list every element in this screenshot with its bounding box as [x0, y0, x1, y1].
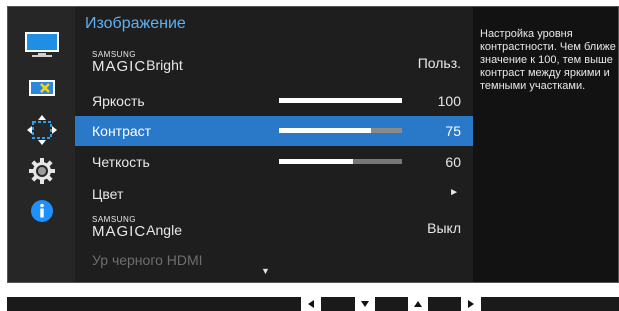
menu-item-sharpness[interactable]: Четкость 60	[75, 147, 473, 177]
brightness-slider[interactable]	[279, 98, 402, 103]
contrast-slider[interactable]	[279, 128, 402, 133]
sharpness-slider[interactable]	[279, 159, 402, 164]
magic-angle-label: SAMSUNG MAGIC Angle	[92, 216, 182, 240]
sharpness-slider-fill	[279, 159, 353, 164]
menu-item-brightness[interactable]: Яркость 100	[75, 86, 473, 116]
information-icon[interactable]	[8, 191, 75, 231]
help-description: Настройка уровня контрастности. Чем ближ…	[480, 28, 616, 92]
nav-up-button[interactable]	[408, 297, 428, 311]
panel-title: Изображение	[85, 15, 186, 32]
submenu-arrow-icon: ►	[449, 187, 459, 198]
magic-bright-label: SAMSUNG MAGIC Bright	[92, 51, 183, 75]
picture-menu-panel: Изображение SAMSUNG MAGIC Bright Польз. …	[75, 7, 473, 282]
nav-left-button[interactable]	[301, 297, 321, 311]
menu-item-magic-angle[interactable]: SAMSUNG MAGIC Angle Выкл	[75, 213, 473, 243]
down-arrow-icon	[361, 301, 369, 307]
hdmi-black-level-label: Ур черного HDMI	[92, 252, 203, 268]
magic-bright-value: Польз.	[417, 55, 461, 71]
picture-icon[interactable]	[8, 25, 75, 65]
left-arrow-icon	[308, 300, 314, 308]
magic-wordmark: MAGIC	[92, 58, 147, 75]
brightness-slider-fill	[279, 98, 402, 103]
color-label: Цвет	[92, 186, 124, 202]
contrast-slider-fill	[279, 128, 372, 133]
help-panel: Настройка уровня контрастности. Чем ближ…	[473, 7, 618, 282]
sharpness-value: 60	[445, 154, 461, 170]
magic-angle-value: Выкл	[427, 220, 461, 236]
right-arrow-icon	[468, 300, 474, 308]
menu-item-contrast[interactable]: Контраст 75	[75, 116, 473, 146]
nav-right-button[interactable]	[461, 297, 481, 311]
brightness-label: Яркость	[92, 93, 145, 109]
category-sidebar	[8, 7, 75, 282]
menu-item-magic-bright[interactable]: SAMSUNG MAGIC Bright Польз.	[75, 48, 473, 78]
navigation-bar	[7, 297, 619, 311]
settings-gear-icon[interactable]	[8, 151, 75, 191]
magic-angle-suffix: Angle	[146, 222, 182, 238]
brightness-value: 100	[437, 93, 461, 109]
sharpness-label: Четкость	[92, 154, 150, 170]
menu-item-color[interactable]: Цвет ►	[75, 179, 473, 209]
contrast-label: Контраст	[92, 123, 152, 139]
nav-down-button[interactable]	[355, 297, 375, 311]
contrast-value: 75	[445, 123, 461, 139]
menu-item-hdmi-black-level: Ур черного HDMI	[75, 245, 473, 275]
up-arrow-icon	[414, 301, 422, 307]
screen-adjust-icon[interactable]	[8, 68, 75, 108]
magic-bright-suffix: Bright	[146, 57, 183, 73]
magic-wordmark: MAGIC	[92, 223, 147, 240]
scroll-down-indicator-icon[interactable]: ▼	[261, 266, 270, 276]
position-move-icon[interactable]	[8, 110, 75, 150]
